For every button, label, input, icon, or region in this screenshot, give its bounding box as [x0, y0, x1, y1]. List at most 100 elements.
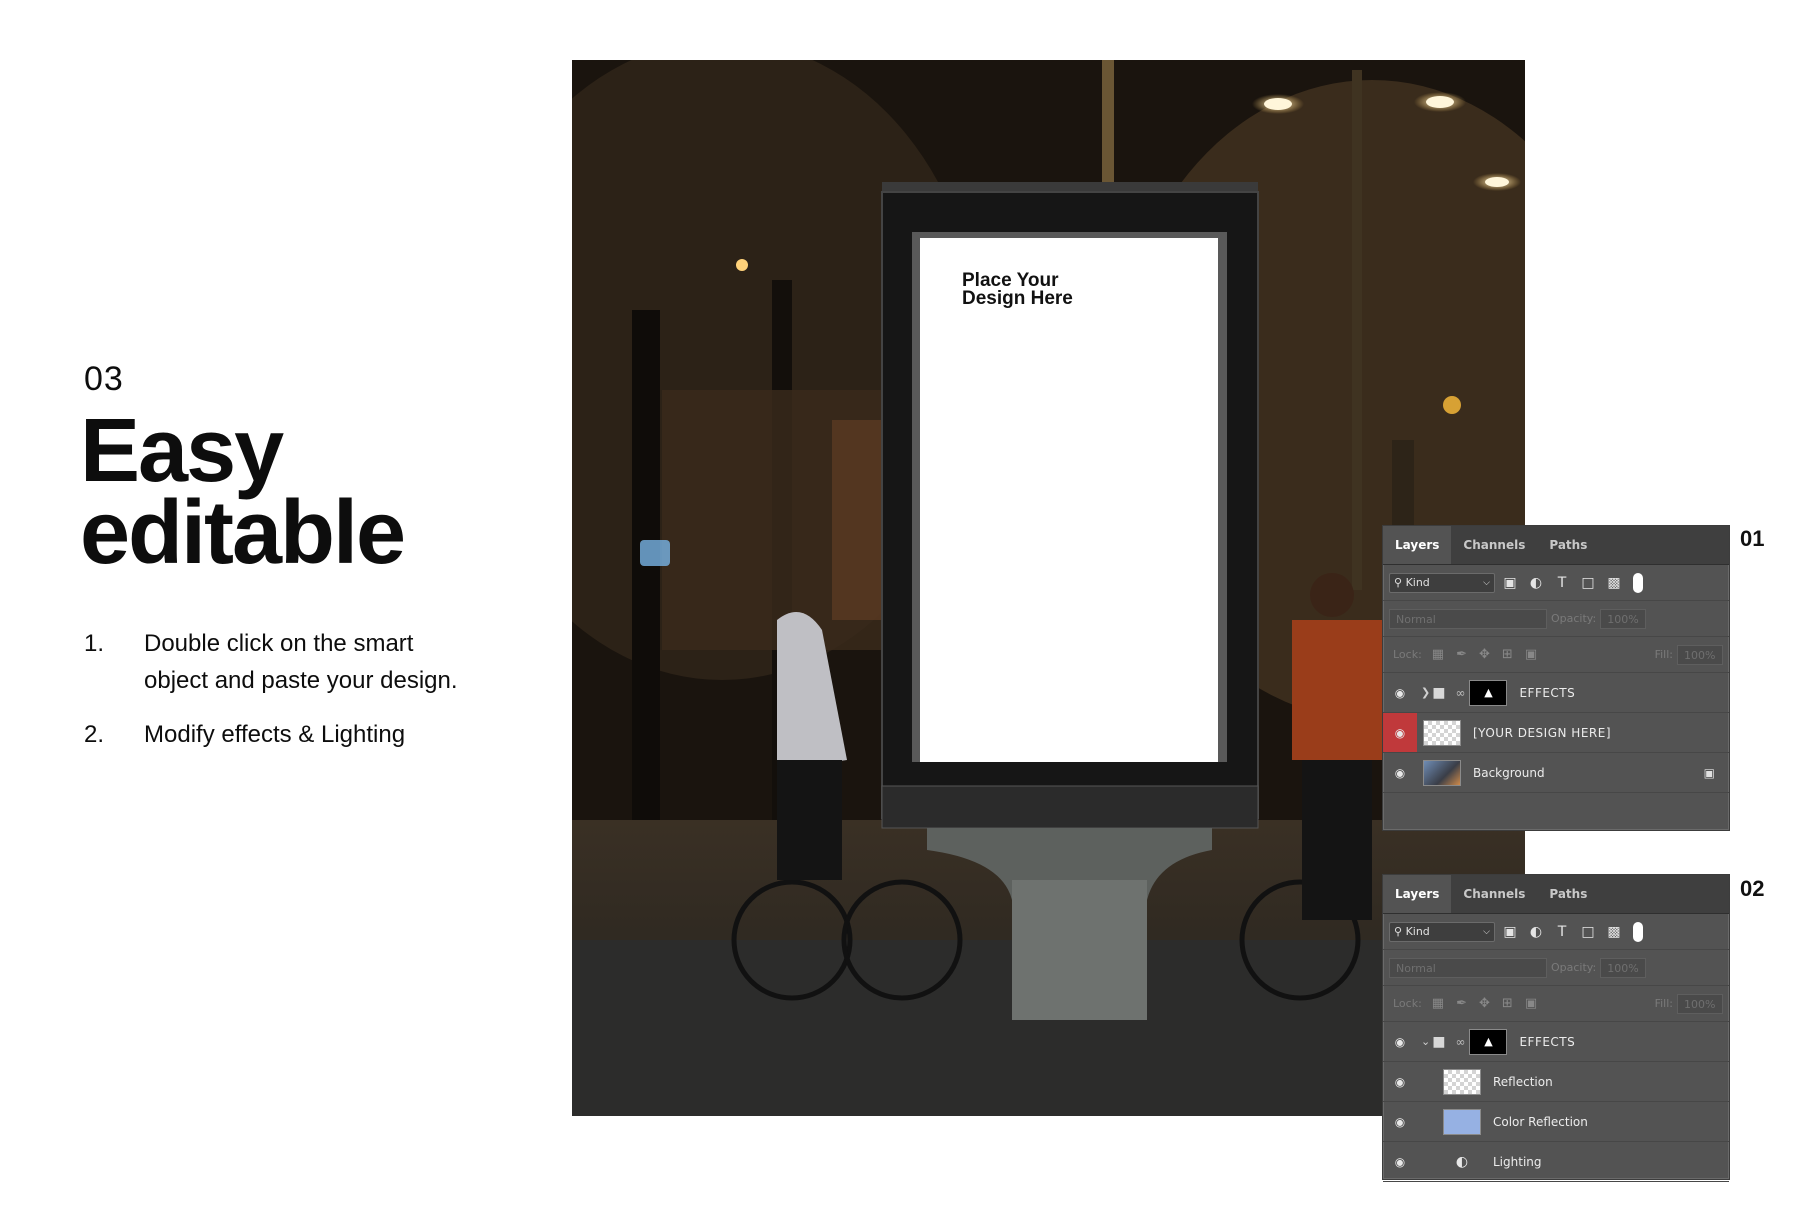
instruction-text-line: Double click on the smart [144, 630, 414, 657]
folder-icon: ■ [1432, 684, 1446, 701]
layer-name: EFFECTS [1519, 685, 1576, 700]
image-filter-icon[interactable]: ▣ [1499, 575, 1521, 591]
lock-label: Lock: [1393, 648, 1422, 661]
poster-placeholder-text: Place Your Design Here [962, 271, 1073, 309]
kind-filter-dropdown[interactable]: ⚲ Kind ⌵ [1389, 921, 1495, 942]
lock-row: Lock: ▦ ✒ ✥ ⊞ ▣ Fill: 100% [1383, 986, 1729, 1022]
color-fill-thumbnail [1443, 1108, 1481, 1135]
lock-position-icon[interactable]: ✥ [1479, 996, 1490, 1011]
opacity-field[interactable]: 100% [1600, 608, 1647, 629]
smart-object-thumbnail [1423, 719, 1461, 746]
adjustment-filter-icon[interactable]: ◐ [1525, 575, 1547, 591]
adjustment-layer-icon: ◐ [1455, 1153, 1469, 1170]
tab-channels[interactable]: Channels [1451, 875, 1537, 913]
eye-icon[interactable]: ◉ [1383, 1022, 1417, 1061]
shape-filter-icon[interactable]: □ [1577, 924, 1599, 940]
lock-artboard-icon[interactable]: ⊞ [1502, 996, 1513, 1011]
instruction-item: 2. Modify effects & Lighting [84, 716, 504, 753]
filter-toggle[interactable] [1633, 921, 1643, 942]
fill-field[interactable]: 100% [1677, 644, 1723, 665]
instruction-text-line: object and paste your design. [144, 667, 458, 694]
layer-name: Background [1473, 765, 1545, 780]
panel-label-02: 02 [1740, 876, 1765, 901]
layer-name: Reflection [1493, 1074, 1553, 1089]
layer-row-color-reflection[interactable]: ◉ Color Reflection [1383, 1102, 1729, 1142]
lock-all-icon[interactable]: ▣ [1525, 647, 1537, 662]
smart-object-filter-icon[interactable]: ▩ [1603, 924, 1625, 940]
poster-line-2: Design Here [962, 288, 1073, 309]
title-line-1: Easy [80, 401, 284, 501]
tab-paths[interactable]: Paths [1537, 875, 1599, 913]
chevron-right-icon[interactable]: ❯ [1421, 686, 1430, 699]
eye-icon[interactable]: ◉ [1383, 1062, 1417, 1101]
layers-panel-2: Layers Channels Paths ⚲ Kind ⌵ ▣ ◐ T □ ▩… [1382, 874, 1730, 1182]
layer-row-effects[interactable]: ◉ ⌄ ■ ∞ ▲ EFFECTS [1383, 1022, 1729, 1062]
layer-mask-thumbnail: ▲ [1469, 1028, 1508, 1055]
blend-mode-dropdown[interactable]: Normal [1389, 957, 1547, 978]
layer-row-lighting[interactable]: ◉ ◐ Lighting [1383, 1142, 1729, 1182]
layer-name: EFFECTS [1519, 1034, 1576, 1049]
instruction-number: 2. [84, 721, 105, 748]
eye-icon[interactable]: ◉ [1383, 673, 1417, 712]
instruction-number: 1. [84, 630, 105, 657]
folder-icon: ■ [1432, 1033, 1446, 1050]
fill-label: Fill: [1654, 997, 1673, 1010]
type-filter-icon[interactable]: T [1551, 924, 1573, 940]
tab-layers[interactable]: Layers [1383, 526, 1452, 564]
adjustment-filter-icon[interactable]: ◐ [1525, 924, 1547, 940]
lock-artboard-icon[interactable]: ⊞ [1502, 647, 1513, 662]
tab-channels[interactable]: Channels [1451, 526, 1537, 564]
lock-row: Lock: ▦ ✒ ✥ ⊞ ▣ Fill: 100% [1383, 637, 1729, 673]
image-filter-icon[interactable]: ▣ [1499, 924, 1521, 940]
chevron-down-icon: ⌵ [1483, 926, 1490, 937]
layer-row-your-design[interactable]: ◉ [YOUR DESIGN HERE] [1383, 713, 1729, 753]
opacity-field[interactable]: 100% [1600, 957, 1647, 978]
search-icon: ⚲ [1394, 925, 1403, 938]
layer-mask-thumbnail: ▲ [1469, 679, 1508, 706]
tab-layers[interactable]: Layers [1383, 875, 1452, 913]
lock-label: Lock: [1393, 997, 1422, 1010]
kind-filter-dropdown[interactable]: ⚲ Kind ⌵ [1389, 572, 1495, 593]
title-line-2: editable [80, 483, 406, 583]
type-filter-icon[interactable]: T [1551, 575, 1573, 591]
layer-row-reflection[interactable]: ◉ Reflection [1383, 1062, 1729, 1102]
chevron-down-icon[interactable]: ⌄ [1421, 1035, 1430, 1048]
instruction-list: 1. Double click on the smart object and … [84, 625, 504, 770]
blend-row: Normal Opacity: 100% [1383, 950, 1729, 986]
lock-image-icon[interactable]: ✒ [1456, 996, 1467, 1011]
chevron-down-icon: ⌵ [1483, 577, 1490, 588]
opacity-label: Opacity: [1551, 961, 1597, 974]
panel-tabs: Layers Channels Paths [1383, 875, 1729, 914]
smart-object-filter-icon[interactable]: ▩ [1603, 575, 1625, 591]
eye-icon[interactable]: ◉ [1383, 1142, 1417, 1181]
step-number: 03 [84, 360, 124, 398]
lock-all-icon[interactable]: ▣ [1525, 996, 1537, 1011]
tab-paths[interactable]: Paths [1537, 526, 1599, 564]
filter-row: ⚲ Kind ⌵ ▣ ◐ T □ ▩ [1383, 565, 1729, 601]
filter-toggle[interactable] [1633, 572, 1643, 593]
link-icon: ∞ [1455, 685, 1466, 700]
eye-icon[interactable]: ◉ [1383, 753, 1417, 792]
fill-field[interactable]: 100% [1677, 993, 1723, 1014]
panel-label-01: 01 [1740, 526, 1765, 551]
layer-name: [YOUR DESIGN HERE] [1473, 725, 1612, 740]
layer-row-background[interactable]: ◉ Background ▣ [1383, 753, 1729, 793]
lock-position-icon[interactable]: ✥ [1479, 647, 1490, 662]
layer-name: Lighting [1493, 1154, 1542, 1169]
lock-image-icon[interactable]: ✒ [1456, 647, 1467, 662]
search-icon: ⚲ [1394, 576, 1403, 589]
page-title: Easy editable [80, 401, 406, 583]
instruction-text-line: Modify effects & Lighting [144, 721, 406, 748]
instruction-item: 1. Double click on the smart object and … [84, 625, 504, 699]
eye-icon[interactable]: ◉ [1383, 713, 1417, 752]
kind-label: Kind [1405, 925, 1430, 938]
layer-row-effects[interactable]: ◉ ❯ ■ ∞ ▲ EFFECTS [1383, 673, 1729, 713]
blend-mode-dropdown[interactable]: Normal [1389, 608, 1547, 629]
eye-icon[interactable]: ◉ [1383, 1102, 1417, 1141]
fill-label: Fill: [1654, 648, 1673, 661]
background-thumbnail [1423, 759, 1461, 786]
shape-filter-icon[interactable]: □ [1577, 575, 1599, 591]
lock-transparent-icon[interactable]: ▦ [1432, 647, 1444, 662]
lock-transparent-icon[interactable]: ▦ [1432, 996, 1444, 1011]
link-icon: ∞ [1455, 1034, 1466, 1049]
